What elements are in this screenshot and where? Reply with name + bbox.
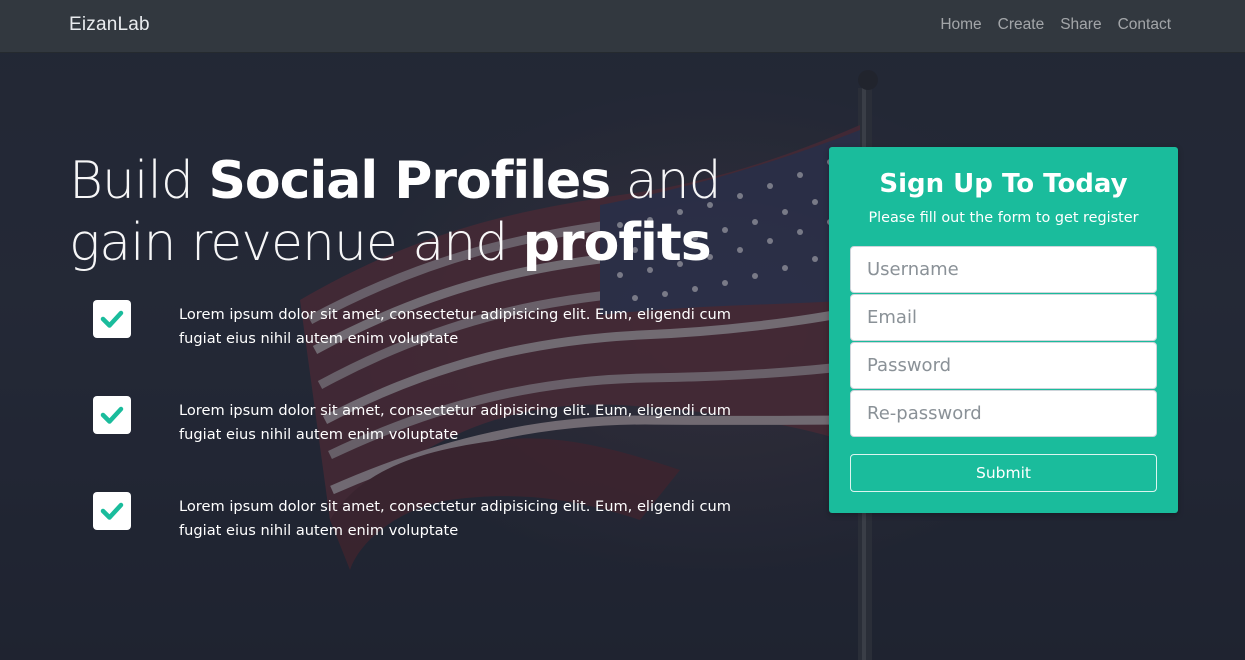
signup-subtitle: Please fill out the form to get register — [868, 210, 1139, 226]
nav-link-create[interactable]: Create — [998, 16, 1045, 34]
signup-title: Sign Up To Today — [879, 169, 1128, 199]
check-icon — [93, 396, 131, 434]
hero-headline: Build Social Profiles and gain revenue a… — [69, 150, 789, 274]
headline-part-1: Build — [69, 151, 209, 211]
repassword-input[interactable] — [850, 390, 1157, 437]
nav-link-contact[interactable]: Contact — [1118, 16, 1171, 34]
check-icon — [93, 492, 131, 530]
feature-item: Lorem ipsum dolor sit amet, consectetur … — [93, 300, 773, 396]
signup-card: Sign Up To Today Please fill out the for… — [829, 147, 1178, 513]
check-icon — [93, 300, 131, 338]
username-input[interactable] — [850, 246, 1157, 293]
feature-text: Lorem ipsum dolor sit amet, consectetur … — [179, 306, 731, 347]
headline-part-4: profits — [522, 213, 712, 273]
nav-link-share[interactable]: Share — [1060, 16, 1101, 34]
feature-item: Lorem ipsum dolor sit amet, consectetur … — [93, 396, 773, 492]
password-input[interactable] — [850, 342, 1157, 389]
email-input[interactable] — [850, 294, 1157, 341]
submit-button[interactable]: Submit — [850, 454, 1157, 492]
feature-item: Lorem ipsum dolor sit amet, consectetur … — [93, 492, 773, 588]
nav-links: Home Create Share Contact — [940, 16, 1171, 34]
nav-link-home[interactable]: Home — [940, 16, 981, 34]
feature-text: Lorem ipsum dolor sit amet, consectetur … — [179, 402, 731, 443]
feature-list: Lorem ipsum dolor sit amet, consectetur … — [93, 300, 773, 588]
headline-part-2: Social Profiles — [208, 151, 611, 211]
brand-logo[interactable]: EizanLab — [69, 14, 150, 36]
navbar: EizanLab Home Create Share Contact — [0, 0, 1245, 53]
feature-text: Lorem ipsum dolor sit amet, consectetur … — [179, 498, 731, 539]
